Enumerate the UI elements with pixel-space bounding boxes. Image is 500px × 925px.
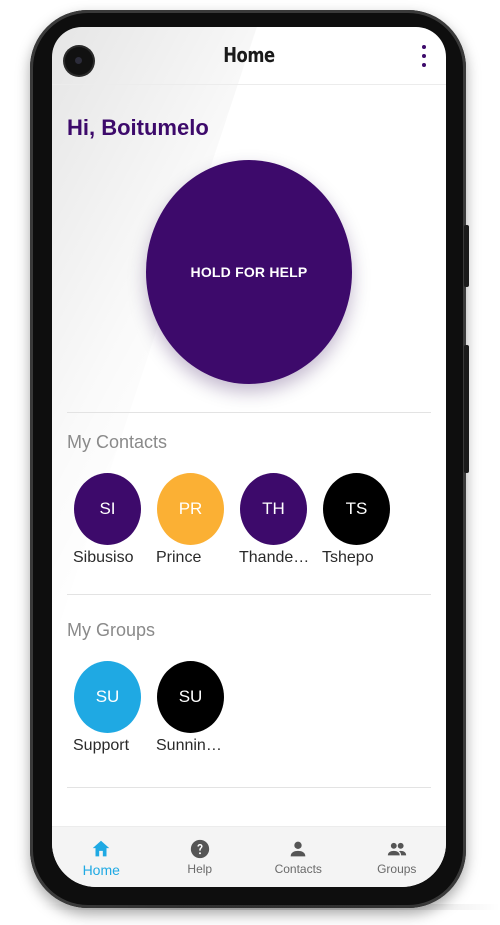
app-screen: Home Hi, Boitumelo HOLD FOR HELP My Cont…: [52, 27, 446, 887]
contact-item-prince[interactable]: PR Prince: [156, 473, 224, 567]
nav-item-help[interactable]: Help: [151, 827, 250, 887]
nav-label: Home: [82, 862, 120, 878]
contacts-list: SI Sibusiso PR Prince TH Thande… TS Tshe…: [73, 473, 390, 567]
app-bar: Home: [52, 27, 446, 85]
contact-item-sibusiso[interactable]: SI Sibusiso: [73, 473, 141, 567]
bottom-navigation: Home Help Contacts Groups: [52, 826, 446, 887]
phone-shadow: [40, 904, 500, 910]
group-name: Sunnin…: [156, 737, 222, 754]
contact-name: Thande…: [239, 549, 310, 566]
group-name: Support: [73, 737, 130, 754]
group-item-sunnin[interactable]: SU Sunnin…: [156, 661, 224, 755]
contact-item-thande[interactable]: TH Thande…: [239, 473, 310, 567]
greeting-text: Hi, Boitumelo: [67, 115, 209, 140]
avatar: PR: [157, 473, 224, 545]
nav-label: Help: [187, 862, 213, 876]
divider: [67, 594, 431, 595]
help-icon: [190, 839, 209, 859]
screen-glare: [52, 27, 257, 647]
home-icon: [93, 840, 110, 857]
nav-label: Contacts: [274, 862, 322, 876]
groups-list: SU Support SU Sunnin…: [73, 661, 224, 755]
nav-item-home[interactable]: Home: [52, 827, 151, 887]
avatar: SI: [74, 473, 141, 545]
avatar: TS: [323, 473, 390, 545]
volume-button: [464, 225, 469, 287]
avatar: TH: [240, 473, 307, 545]
avatar: SU: [74, 661, 141, 733]
group-item-support[interactable]: SU Support: [73, 661, 141, 755]
contacts-section-title: My Contacts: [67, 432, 168, 452]
help-button-label: HOLD FOR HELP: [190, 264, 308, 280]
contact-name: Prince: [156, 549, 202, 566]
nav-label: Groups: [377, 862, 417, 876]
contact-name: Tshepo: [322, 549, 374, 566]
divider: [67, 412, 431, 413]
nav-item-contacts[interactable]: Contacts: [249, 827, 348, 887]
groups-section-title: My Groups: [67, 620, 156, 640]
person-icon: [290, 841, 306, 857]
avatar: SU: [157, 661, 224, 733]
group-icon: [387, 842, 406, 856]
more-vert-icon[interactable]: [420, 45, 428, 67]
contact-name: Sibusiso: [73, 549, 134, 566]
page-title: Home: [223, 43, 275, 67]
power-button: [464, 345, 469, 473]
contact-item-tshepo[interactable]: TS Tshepo: [322, 473, 390, 567]
nav-item-groups[interactable]: Groups: [348, 827, 447, 887]
hold-for-help-button[interactable]: HOLD FOR HELP: [146, 160, 352, 384]
divider: [67, 787, 431, 788]
